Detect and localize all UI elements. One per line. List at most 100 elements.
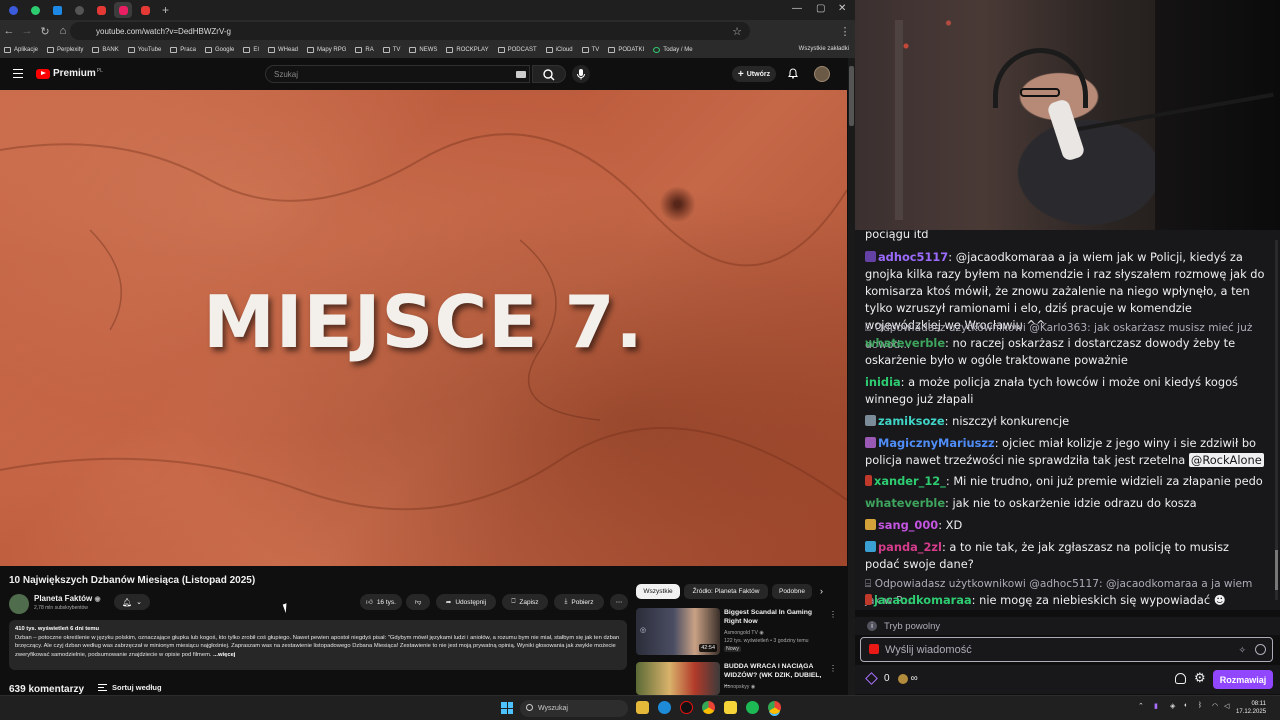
chat-input[interactable]: Wyślij wiadomość ✧ — [860, 637, 1273, 662]
channel-name[interactable]: Planeta Faktów ◉ — [34, 594, 101, 603]
chat-scrollbar-thumb[interactable] — [1275, 550, 1278, 590]
page-scrollbar-thumb[interactable] — [849, 66, 854, 126]
chat-username[interactable]: adhoc5117 — [878, 250, 948, 264]
reload-icon[interactable]: ↻ — [36, 25, 54, 38]
bookmark[interactable]: BANK — [92, 47, 119, 53]
settings-gear-icon[interactable]: ⚙ — [1194, 670, 1206, 686]
taskbar-search[interactable]: Wyszukaj — [520, 700, 628, 717]
bookmark[interactable]: YouTube — [127, 47, 161, 53]
chat-scrollbar[interactable] — [1275, 240, 1278, 600]
video-player[interactable]: MIEJSCE 7. — [0, 90, 847, 566]
browser-tab-active[interactable] — [114, 2, 132, 18]
chip-all[interactable]: Wszystkie — [636, 584, 680, 599]
maximize-icon[interactable]: ▢ — [816, 3, 825, 14]
minimize-icon[interactable]: — — [792, 3, 802, 14]
bookmark[interactable]: Today / Me — [653, 47, 693, 53]
tray-app-icon[interactable]: ◈ — [1170, 702, 1175, 710]
bookmark[interactable]: WHead — [268, 47, 298, 53]
chrome-active-icon[interactable] — [768, 701, 781, 714]
menu-hamburger-icon[interactable] — [13, 69, 23, 78]
chat-username[interactable]: panda_2zl — [878, 540, 942, 554]
keyboard-icon[interactable] — [516, 71, 526, 78]
volume-icon[interactable]: ◁ — [1224, 702, 1229, 710]
chat-username[interactable]: sang_000 — [878, 518, 938, 532]
search-button[interactable] — [532, 65, 566, 83]
browser-tab[interactable] — [136, 2, 154, 18]
bookmark[interactable]: Aplikacje — [4, 47, 38, 53]
account-avatar[interactable] — [814, 66, 830, 82]
chevron-right-icon[interactable]: › — [820, 586, 823, 596]
more-vert-icon[interactable]: ⋮ — [829, 610, 837, 619]
all-bookmarks[interactable]: Wszystkie zakładki — [799, 46, 849, 52]
forward-icon[interactable]: → — [18, 25, 36, 37]
recommendation-item[interactable]: ◎ 42:54 Biggest Scandal In Gaming Right … — [636, 608, 841, 660]
url-bar[interactable]: youtube.com/watch?v=DedHBWZrV-g — [70, 22, 750, 40]
notes-icon[interactable] — [724, 701, 737, 714]
browser-tab[interactable] — [26, 2, 44, 18]
chat-username[interactable]: jacaodkomaraa — [874, 593, 972, 607]
menu-icon[interactable]: ⋮ — [836, 25, 854, 38]
search-input[interactable]: Szukaj — [265, 65, 530, 83]
bookmark[interactable]: RA — [355, 47, 374, 53]
taskbar-clock[interactable]: 08:11 17.12.2025 — [1236, 700, 1266, 716]
bits-icon[interactable]: ✧ — [1238, 645, 1246, 656]
tray-chevron-icon[interactable]: ⌃ — [1138, 702, 1144, 710]
create-button[interactable]: + Utwórz — [732, 66, 776, 82]
shield-icon[interactable] — [1175, 673, 1186, 684]
bookmark[interactable]: PODATKI — [608, 47, 644, 53]
file-explorer-icon[interactable] — [636, 701, 649, 714]
bookmark[interactable]: Perplexity — [47, 47, 83, 53]
video-description[interactable]: 410 tys. wyświetleń 6 dni temu Dzban – p… — [9, 620, 627, 670]
page-scrollbar[interactable] — [848, 58, 855, 720]
chat-username[interactable]: xander_12_ — [874, 474, 946, 488]
chrome-icon[interactable] — [702, 701, 715, 714]
notifications-bell-icon[interactable] — [788, 68, 798, 79]
wifi-icon[interactable]: ◠ — [1212, 702, 1218, 710]
share-button[interactable]: ➦ Udostępnij — [436, 594, 496, 610]
voice-search-button[interactable] — [572, 65, 590, 83]
bookmark[interactable]: ROCKPLAY — [446, 47, 489, 53]
bookmark[interactable]: NEWS — [409, 47, 437, 53]
chat-mention[interactable]: @RockAlone — [1188, 453, 1264, 467]
back-icon[interactable]: ← — [0, 25, 18, 37]
close-icon[interactable]: ✕ — [838, 3, 846, 14]
chat-username[interactable]: whateverble — [865, 496, 945, 510]
chip-similar[interactable]: Podobne — [772, 584, 812, 599]
save-button[interactable]: ⎕ Zapisz — [502, 594, 548, 610]
channel-avatar[interactable] — [9, 594, 29, 614]
new-tab-icon[interactable]: + — [162, 3, 169, 17]
like-button[interactable]: 👍︎ 16 tys. — [360, 594, 402, 610]
chat-username[interactable]: zamiksoze — [878, 414, 945, 428]
more-actions-button[interactable]: ⋯ — [610, 594, 628, 610]
emote-picker-icon[interactable] — [1255, 644, 1266, 655]
youtube-logo[interactable]: Premium PL — [36, 68, 103, 79]
tray-app-icon[interactable]: ◐ — [1184, 702, 1188, 709]
browser-tab[interactable] — [4, 2, 22, 18]
description-more-link[interactable]: ...więcej — [213, 652, 235, 658]
windows-start-icon[interactable] — [501, 702, 513, 714]
chat-username[interactable]: inidia — [865, 375, 901, 389]
chat-username[interactable]: MagicznyMariuszz — [878, 436, 995, 450]
more-vert-icon[interactable]: ⋮ — [829, 664, 837, 673]
browser-tab[interactable] — [70, 2, 88, 18]
browser-tab[interactable] — [92, 2, 110, 18]
channel-points[interactable]: 0 ∞ — [865, 672, 918, 685]
chip-source[interactable]: Źródło: Planeta Faktów — [684, 584, 768, 599]
edge-icon[interactable] — [658, 701, 671, 714]
twitch-tray-icon[interactable]: ▮ — [1154, 702, 1158, 710]
bookmark[interactable]: TV — [581, 47, 599, 53]
bookmark[interactable]: TV — [382, 47, 400, 53]
bluetooth-icon[interactable]: ᛒ — [1198, 702, 1202, 709]
download-button[interactable]: ⤓ Pobierz — [554, 594, 604, 610]
browser-tab[interactable] — [48, 2, 66, 18]
bookmark[interactable]: Google — [204, 47, 234, 53]
chat-send-button[interactable]: Rozmawiaj — [1213, 670, 1273, 689]
recommendation-thumbnail[interactable]: ◎ 42:54 — [636, 608, 720, 655]
star-icon[interactable]: ☆ — [728, 25, 746, 38]
bookmark[interactable]: Praca — [170, 47, 196, 53]
opera-icon[interactable] — [680, 701, 693, 714]
bookmark[interactable]: iCloud — [545, 47, 573, 53]
subscription-bell-button[interactable]: 🔔︎ ⌄ — [114, 594, 150, 610]
bookmark[interactable]: Mapy RPG — [307, 47, 346, 53]
sort-comments-button[interactable]: Sortuj według — [98, 683, 162, 692]
